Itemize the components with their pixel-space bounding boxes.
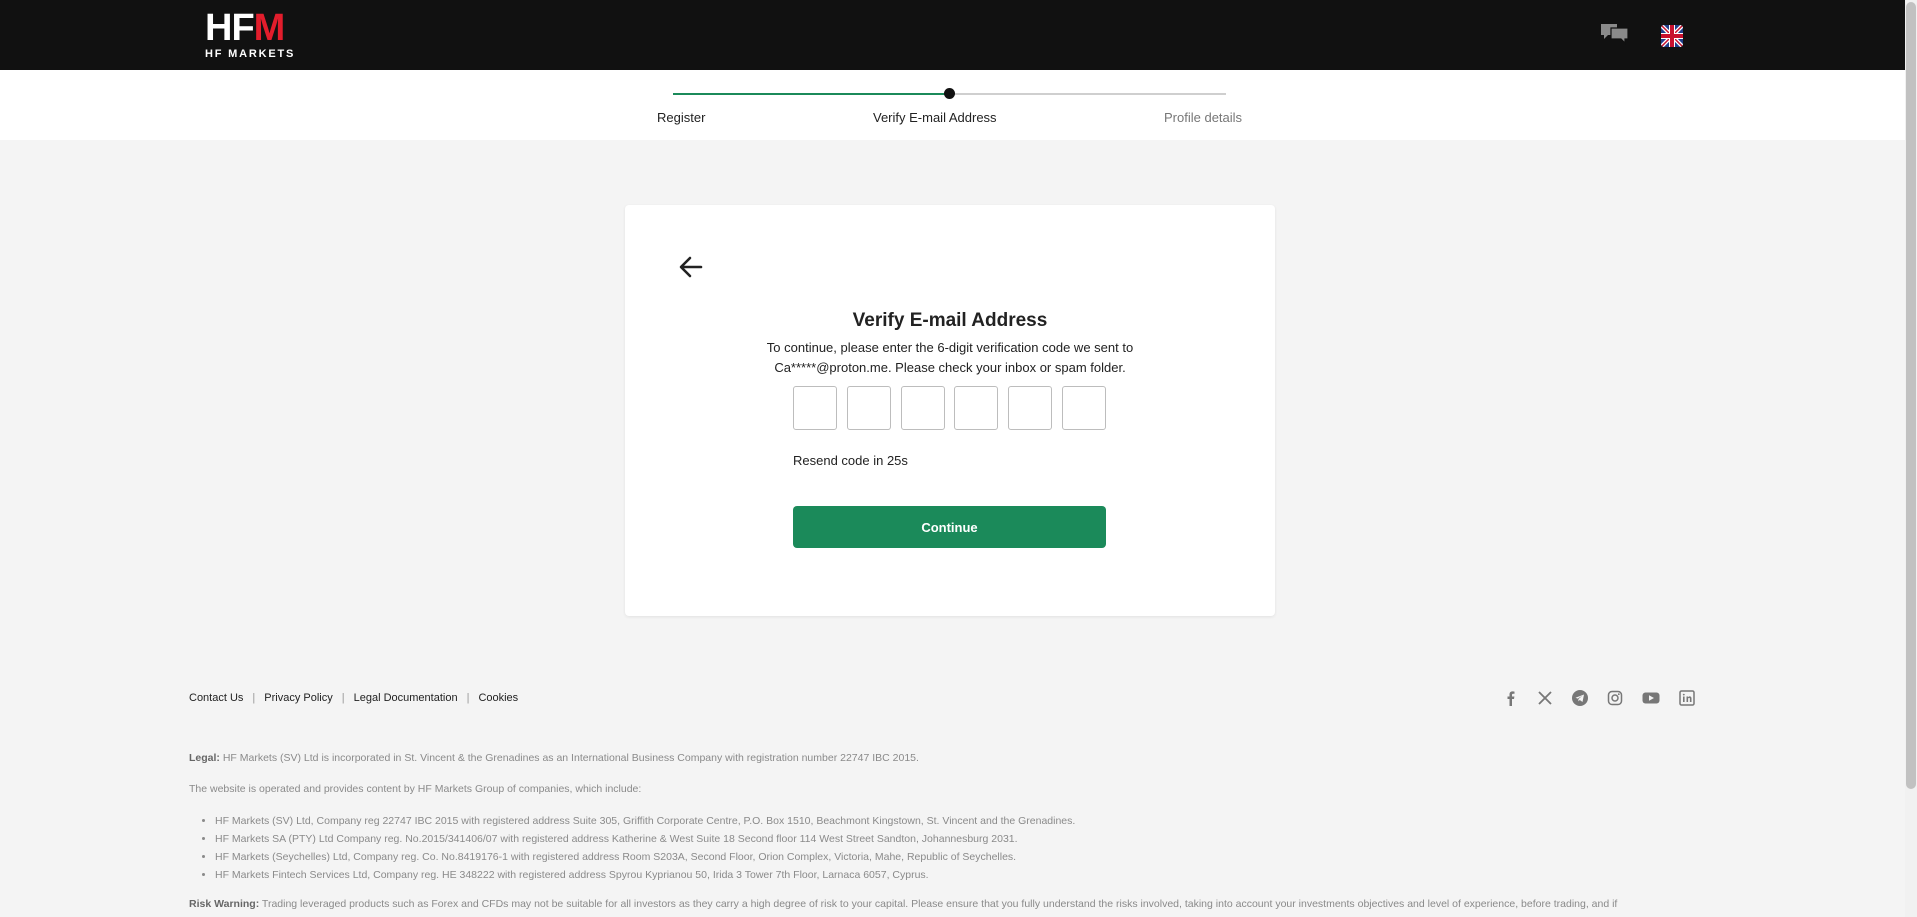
logo-mark: HFM	[205, 7, 285, 49]
risk-warning-label: Risk Warning:	[189, 898, 260, 910]
list-item: HF Markets (Seychelles) Ltd, Company reg…	[215, 848, 1075, 866]
verify-email-card: Verify E-mail Address To continue, pleas…	[625, 205, 1275, 616]
card-title: Verify E-mail Address	[852, 310, 1048, 331]
otp-input-group	[793, 386, 1107, 430]
legal-text: HF Markets (SV) Ltd is incorporated in S…	[219, 752, 919, 764]
hfm-logo[interactable]: HFM HF MARKETS	[205, 7, 301, 60]
stepper-current-dot	[944, 88, 955, 99]
step-verify-email: Verify E-mail Address	[873, 110, 997, 125]
otp-digit-3[interactable]	[901, 386, 945, 430]
stepper-progress-pending	[950, 93, 1226, 95]
link-separator: |	[252, 692, 256, 704]
otp-digit-2[interactable]	[847, 386, 891, 430]
link-separator: |	[341, 692, 345, 704]
continue-button[interactable]: Continue	[793, 506, 1106, 548]
logo-subtitle: HF MARKETS	[205, 48, 296, 60]
step-profile-details: Profile details	[1164, 110, 1243, 125]
cookies-link[interactable]: Cookies	[478, 692, 518, 704]
contact-us-link[interactable]: Contact Us	[189, 692, 243, 704]
youtube-icon[interactable]	[1642, 690, 1660, 706]
x-icon[interactable]	[1537, 690, 1553, 706]
chat-bubbles-icon[interactable]	[1600, 22, 1630, 46]
resend-code-timer: Resend code in 25s	[793, 453, 908, 468]
link-separator: |	[466, 692, 470, 704]
card-description: To continue, please enter the 6-digit ve…	[766, 340, 1134, 375]
top-navbar: HFM HF MARKETS	[0, 0, 1905, 70]
arrow-left-icon[interactable]	[678, 255, 704, 279]
scrollbar-thumb[interactable]	[1906, 2, 1916, 789]
operated-by-statement: The website is operated and provides con…	[189, 783, 642, 795]
instagram-icon[interactable]	[1607, 690, 1623, 706]
step-register: Register	[657, 110, 706, 125]
stepper-progress-done	[673, 93, 950, 95]
list-item: HF Markets (SV) Ltd, Company reg 22747 I…	[215, 812, 1075, 830]
group-companies-list: HF Markets (SV) Ltd, Company reg 22747 I…	[189, 812, 1075, 884]
legal-label: Legal:	[189, 752, 220, 764]
footer-links: Contact Us | Privacy Policy | Legal Document…	[189, 692, 518, 704]
linkedin-icon[interactable]	[1679, 690, 1695, 706]
registration-stepper: Register Verify E-mail Address Profile d…	[0, 70, 1905, 140]
otp-digit-1[interactable]	[793, 386, 837, 430]
risk-warning: Risk Warning: Trading leveraged products…	[189, 898, 1617, 910]
otp-digit-6[interactable]	[1062, 386, 1106, 430]
list-item: HF Markets SA (PTY) Ltd Company reg. No.…	[215, 830, 1075, 848]
legal-statement: Legal: HF Markets (SV) Ltd is incorporat…	[189, 752, 919, 764]
privacy-policy-link[interactable]: Privacy Policy	[264, 692, 332, 704]
otp-digit-5[interactable]	[1008, 386, 1052, 430]
telegram-icon[interactable]	[1572, 690, 1588, 706]
risk-warning-text: Trading leveraged products such as Forex…	[259, 898, 1618, 910]
otp-digit-4[interactable]	[954, 386, 998, 430]
list-item: HF Markets Fintech Services Ltd, Company…	[215, 866, 1075, 884]
uk-flag-icon[interactable]	[1661, 25, 1683, 47]
legal-documentation-link[interactable]: Legal Documentation	[354, 692, 458, 704]
facebook-icon[interactable]	[1503, 690, 1519, 706]
